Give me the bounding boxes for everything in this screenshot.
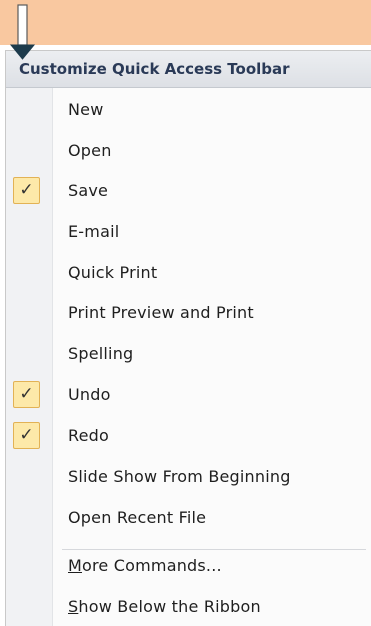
accelerator-key: M <box>68 556 83 575</box>
menu-item-label: Spelling <box>68 344 134 363</box>
menu-item-undo[interactable]: ✓ Undo <box>6 375 371 415</box>
menu-item-quick-print[interactable]: Quick Print <box>6 253 371 293</box>
menu-item-label: Show Below the Ribbon <box>68 597 261 616</box>
screenshot-stage: Customize Quick Access Toolbar New Open … <box>0 0 371 626</box>
menu-item-print-preview[interactable]: Print Preview and Print <box>6 293 371 333</box>
menu-item-label: New <box>68 100 104 119</box>
menu-item-label: Slide Show From Beginning <box>68 467 291 486</box>
menu-item-open[interactable]: Open <box>6 131 371 171</box>
menu-item-spelling[interactable]: Spelling <box>6 334 371 374</box>
checkmark-icon: ✓ <box>13 381 40 408</box>
menu-title: Customize Quick Access Toolbar <box>19 60 290 78</box>
menu-item-label: E-mail <box>68 222 120 241</box>
menu-item-label: Print Preview and Print <box>68 303 254 322</box>
menu-item-more-commands[interactable]: More Commands... <box>6 546 371 586</box>
customize-qat-menu: Customize Quick Access Toolbar New Open … <box>5 50 371 626</box>
menu-item-open-recent[interactable]: Open Recent File <box>6 498 371 538</box>
checkmark-icon: ✓ <box>13 422 40 449</box>
menu-item-label: Open Recent File <box>68 508 207 527</box>
label-rest: ore Commands... <box>82 556 222 575</box>
menu-item-label: Open <box>68 141 112 160</box>
menu-item-show-below-ribbon[interactable]: Show Below the Ribbon <box>6 587 371 626</box>
menu-header: Customize Quick Access Toolbar <box>6 51 371 88</box>
menu-item-label: Undo <box>68 385 111 404</box>
quick-access-toolbar-strip <box>0 0 371 45</box>
menu-item-label: Redo <box>68 426 109 445</box>
checkmark-icon: ✓ <box>13 177 40 204</box>
menu-item-save[interactable]: ✓ Save <box>6 171 371 211</box>
down-arrow-icon <box>9 4 36 60</box>
label-rest: how Below the Ribbon <box>78 597 261 616</box>
menu-item-label: Save <box>68 181 109 200</box>
menu-item-new[interactable]: New <box>6 90 371 130</box>
menu-item-email[interactable]: E-mail <box>6 212 371 252</box>
menu-item-slide-show[interactable]: Slide Show From Beginning <box>6 457 371 497</box>
accelerator-key: S <box>68 597 79 616</box>
menu-item-label: Quick Print <box>68 263 158 282</box>
menu-item-redo[interactable]: ✓ Redo <box>6 416 371 456</box>
menu-item-label: More Commands... <box>68 556 222 575</box>
